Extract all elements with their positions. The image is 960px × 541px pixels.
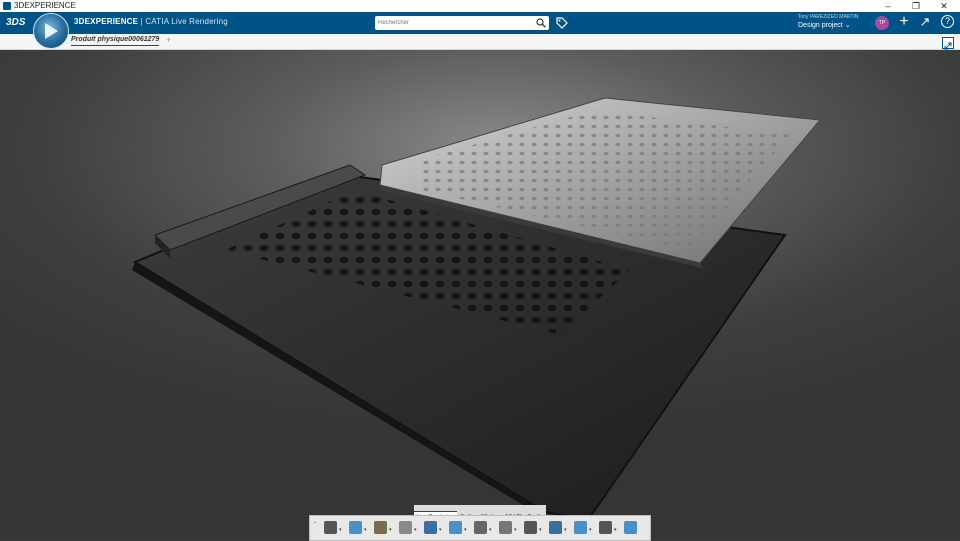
grid-view-icon[interactable] [624,521,637,534]
dropdown-arrow-icon[interactable]: ▾ [589,527,592,533]
close-button[interactable]: ✕ [930,0,958,12]
search-box[interactable] [375,16,549,30]
image-output-icon[interactable] [549,521,562,534]
materials-icon[interactable] [399,521,412,534]
minimize-button[interactable]: – [874,0,902,12]
action-bar: ⌄ ▾ ▾ ▾ ▾ ▾ ▾ ▾ ▾ ▾ ▾ ▾ ▾ [309,515,651,541]
search-input[interactable] [378,17,528,29]
app-name: | CATIA Live Rendering [138,17,228,26]
fullscreen-icon[interactable] [942,37,954,50]
environment-icon[interactable] [349,521,362,534]
turntable-icon[interactable] [499,521,512,534]
project-name: Design project [798,22,843,29]
dropdown-arrow-icon[interactable]: ▾ [414,527,417,533]
search-icon[interactable] [536,18,546,28]
chevron-down-icon: ⌄ [844,22,851,29]
tab-product[interactable]: Produit physique00061279 [71,36,160,46]
window-title: 3DEXPERIENCE [14,1,76,10]
ds-logo-icon[interactable]: 3DS [6,14,26,32]
dropdown-arrow-icon[interactable]: ▾ [439,527,442,533]
help-icon[interactable]: ? [941,15,954,28]
globe-icon[interactable] [449,521,462,534]
settings-gear-icon[interactable] [524,521,537,534]
rendered-model [132,97,821,522]
dropdown-arrow-icon[interactable]: ▾ [614,527,617,533]
lights-icon[interactable] [374,521,387,534]
app-icon [3,2,11,10]
publish-icon[interactable] [574,521,587,534]
add-tab-icon[interactable]: + [166,35,171,45]
tag-icon[interactable] [556,17,568,29]
help-icon[interactable] [599,521,612,534]
3d-viewport[interactable] [0,50,960,540]
dropdown-arrow-icon[interactable]: ▾ [389,527,392,533]
dropdown-arrow-icon[interactable]: ▾ [564,527,567,533]
app-brand: 3DEXPERIENCE | CATIA Live Rendering [74,17,228,26]
dropdown-arrow-icon[interactable]: ▾ [364,527,367,533]
dropdown-arrow-icon[interactable]: ▾ [464,527,467,533]
avatar[interactable]: TP [875,16,889,30]
render-settings-icon[interactable] [424,521,437,534]
maximize-button[interactable]: ❐ [902,0,930,12]
share-icon[interactable]: ↗ [918,15,932,29]
dropdown-arrow-icon[interactable]: ▾ [539,527,542,533]
compass-icon[interactable] [33,13,69,49]
dropdown-arrow-icon[interactable]: ▾ [339,527,342,533]
collapse-ribbon-icon[interactable]: ⌄ [313,519,317,525]
play-icon [45,23,58,39]
dropdown-arrow-icon[interactable]: ▾ [514,527,517,533]
brand-name: 3DEXPERIENCE [74,17,139,26]
tab-bar: Produit physique00061279 + [0,34,960,50]
camera-clap-icon[interactable] [324,521,337,534]
capture-icon[interactable] [474,521,487,534]
add-icon[interactable]: + [897,14,911,30]
dropdown-arrow-icon[interactable]: ▾ [489,527,492,533]
user-name: Tony PAREZIZEO MARTIN [798,14,859,20]
window-titlebar: 3DEXPERIENCE – ❐ ✕ [0,0,960,12]
project-selector[interactable]: Design project ⌄ [798,21,858,29]
user-menu[interactable]: Tony PAREZIZEO MARTIN Design project ⌄ [798,14,858,29]
ribbon-tabs: Live RenderingOutilsAfficherAR-VRTactile [414,505,547,522]
